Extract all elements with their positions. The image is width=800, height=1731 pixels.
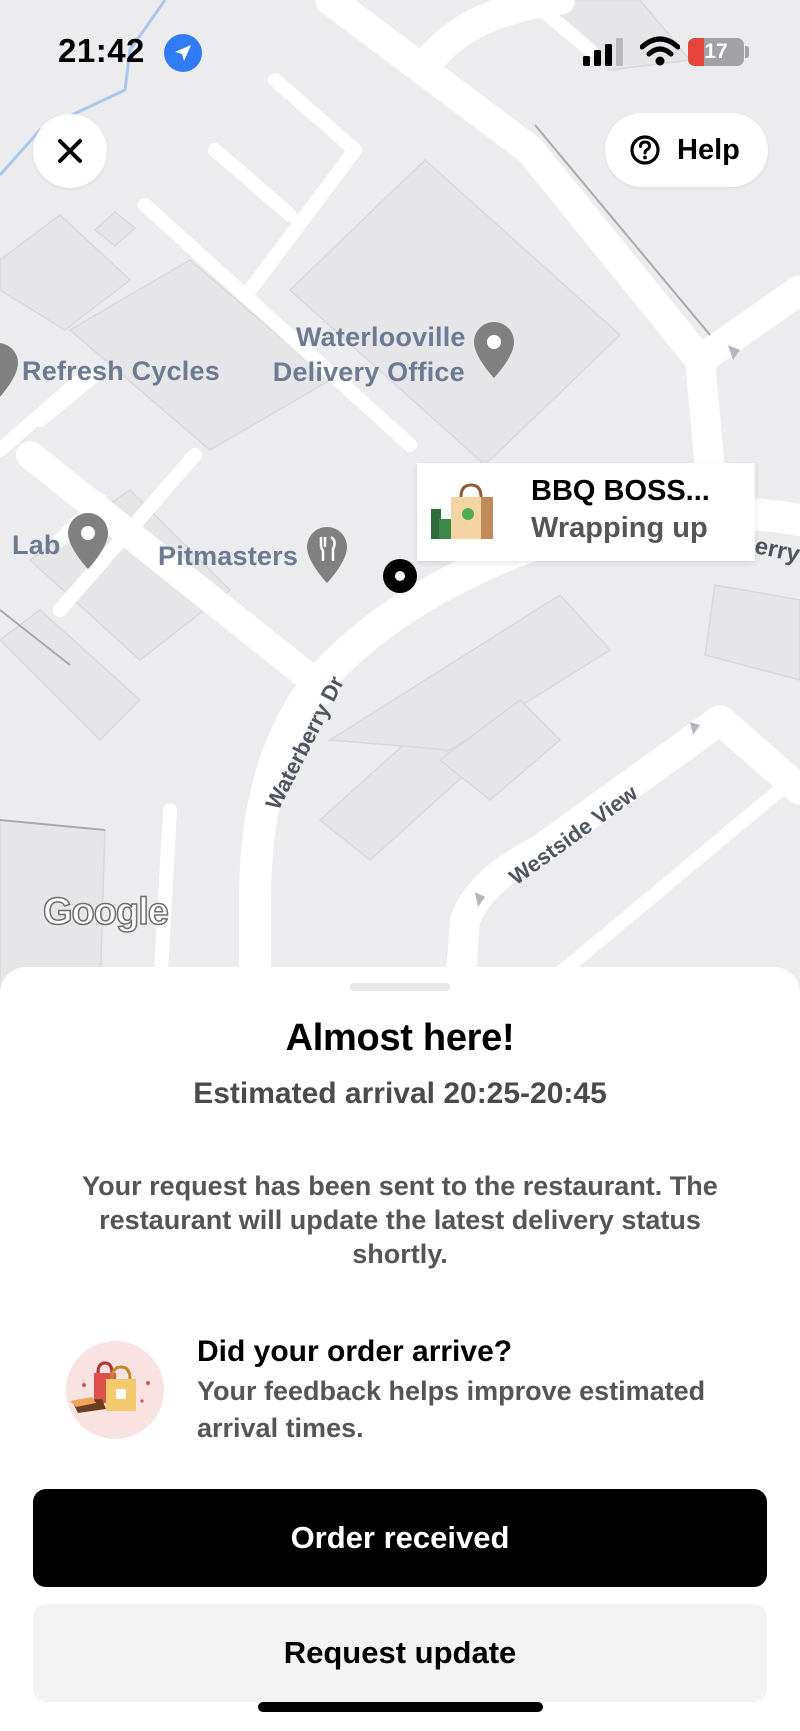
pin-icon[interactable] (0, 343, 18, 399)
map-label-delivery-office-line2: Delivery Office (272, 357, 465, 387)
map-label-refresh-cycles[interactable]: Refresh Cycles (22, 356, 220, 387)
pin-icon[interactable] (68, 513, 108, 569)
map-label-delivery-office-line1: Waterlooville (296, 322, 466, 352)
shopping-bag-icon (431, 483, 493, 539)
wifi-icon (640, 36, 680, 66)
sheet-drag-handle[interactable] (350, 983, 450, 991)
battery-cap (745, 46, 749, 58)
cellular-signal-icon (583, 38, 623, 66)
request-update-button[interactable]: Request update (33, 1604, 767, 1702)
status-bar: 21:42 17 (0, 0, 800, 100)
pin-icon[interactable] (474, 322, 514, 378)
restaurant-pin-icon[interactable] (307, 527, 347, 583)
estimated-arrival: Estimated arrival 20:25-20:45 (193, 1077, 607, 1110)
battery-charging-icon: 17 (688, 38, 744, 66)
question-circle-icon (630, 135, 660, 165)
restaurant-status: Wrapping up (531, 512, 708, 544)
order-status-sheet: Almost here! Estimated arrival 20:25-20:… (0, 967, 800, 1731)
shopping-bags-icon (66, 1341, 164, 1439)
restaurant-card[interactable]: BBQ BOSS... Wrapping up (417, 463, 755, 561)
order-received-button[interactable]: Order received (33, 1489, 767, 1587)
restaurant-name: BBQ BOSS... (531, 475, 710, 507)
feedback-description: Your feedback helps improve estimated ar… (197, 1376, 706, 1443)
home-indicator[interactable] (258, 1702, 543, 1712)
close-button[interactable] (33, 114, 107, 188)
status-message: Your request has been sent to the restau… (82, 1171, 718, 1269)
status-title: Almost here! (285, 1017, 515, 1059)
close-icon (58, 139, 82, 163)
help-label: Help (677, 133, 740, 166)
location-arrow-icon (164, 34, 202, 72)
courier-location-dot (383, 559, 417, 593)
google-logo: Google (42, 890, 169, 934)
feedback-title: Did your order arrive? (197, 1335, 513, 1368)
map-label-delivery-office[interactable]: Waterlooville Delivery Office (272, 320, 466, 390)
map-label-lab[interactable]: Lab (12, 530, 61, 561)
battery-level: 17 (704, 40, 728, 63)
help-button[interactable]: Help (605, 113, 768, 187)
status-time: 21:42 (58, 32, 145, 69)
map-label-pitmasters[interactable]: Pitmasters (158, 541, 298, 572)
